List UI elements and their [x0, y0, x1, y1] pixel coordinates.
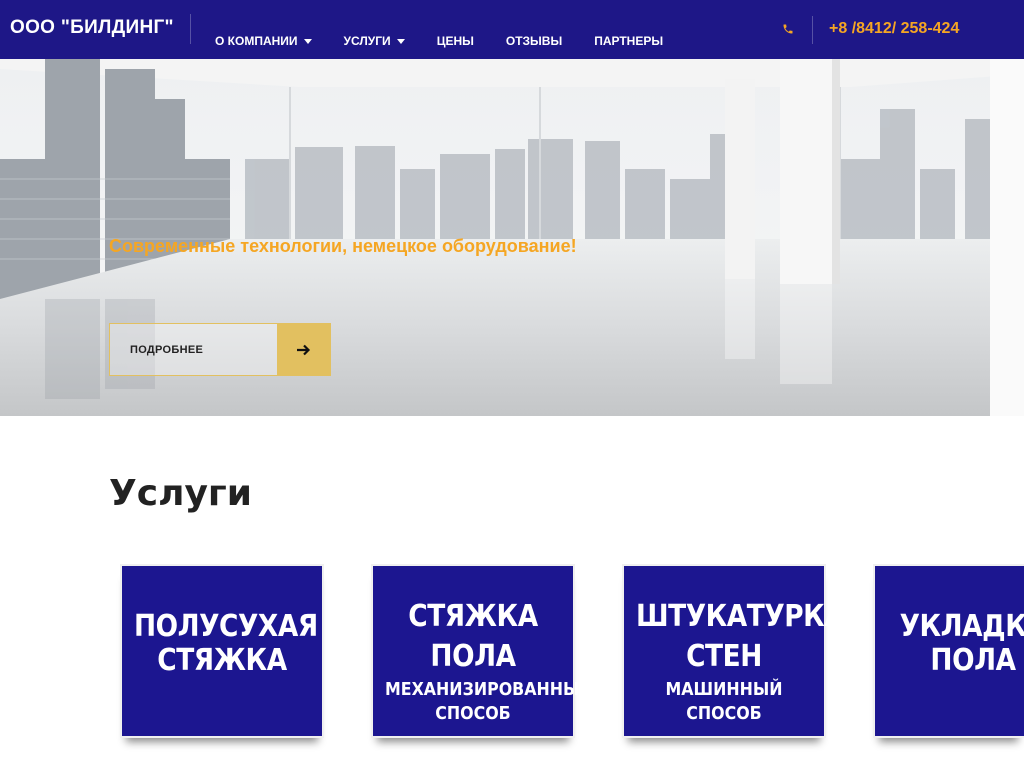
service-card-floor-screed[interactable]: СТЯЖКА ПОЛА МЕХАНИЗИРОВАННЫЙ СПОСОБ [371, 564, 593, 738]
chevron-down-icon [396, 38, 405, 44]
arrow-right-icon [277, 324, 330, 375]
chevron-down-icon [303, 38, 312, 44]
phone-number[interactable]: +8 /8412/ 258-424 [829, 20, 959, 38]
service-card-title: ПОЛА [430, 639, 516, 674]
header-divider [190, 14, 191, 44]
nav-item-prices[interactable]: ЦЕНЫ [437, 34, 474, 48]
nav-item-label: ПАРТНЕРЫ [594, 34, 664, 48]
nav-item-label: ЦЕНЫ [436, 34, 474, 48]
service-card-title: СТЯЖКА [157, 643, 287, 678]
service-card-title: СТЕН [686, 639, 762, 674]
service-card-subtitle: МАШИННЫЙ [665, 679, 783, 700]
nav-item-partners[interactable]: ПАРТНЕРЫ [594, 34, 663, 48]
phone-divider [812, 16, 813, 44]
service-card-title: ШТУКАТУРКА [636, 599, 845, 634]
more-button[interactable]: ПОДРОБНЕЕ [109, 323, 331, 376]
service-card-floor-laying[interactable]: УКЛАДКА ПОЛА [873, 564, 1024, 738]
service-card-subtitle: СПОСОБ [686, 703, 762, 724]
service-card-title: ПОЛА [930, 643, 1016, 678]
nav-item-label: УСЛУГИ [343, 34, 391, 48]
service-card-subtitle: МЕХАНИЗИРОВАННЫЙ [385, 679, 593, 700]
nav-item-label: О КОМПАНИИ [215, 34, 298, 48]
service-card-title: УКЛАДКА [899, 609, 1024, 644]
nav-item-label: ОТЗЫВЫ [505, 34, 563, 48]
site-header: ООО "БИЛДИНГ" О КОМПАНИИ УСЛУГИ ЦЕНЫ ОТЗ… [0, 0, 1024, 59]
service-card-title: ПОЛУСУХАЯ [134, 609, 318, 644]
more-button-label: ПОДРОБНЕЕ [130, 343, 204, 356]
nav-item-reviews[interactable]: ОТЗЫВЫ [506, 34, 562, 48]
service-card-semi-dry-screed[interactable]: ПОЛУСУХАЯ СТЯЖКА [120, 564, 324, 738]
services-cards: ПОЛУСУХАЯ СТЯЖКА СТЯЖКА ПОЛА МЕХАНИЗИРОВ… [0, 564, 1024, 768]
main-nav: О КОМПАНИИ УСЛУГИ ЦЕНЫ ОТЗЫВЫ ПАРТНЕРЫ [215, 34, 695, 48]
nav-item-services[interactable]: УСЛУГИ [344, 34, 405, 48]
nav-item-about[interactable]: О КОМПАНИИ [215, 34, 312, 48]
hero-banner: Современные технологии, немецкое оборудо… [0, 59, 1024, 416]
service-card-subtitle: СПОСОБ [435, 703, 511, 724]
phone-icon [783, 24, 793, 34]
service-card-title: СТЯЖКА [408, 599, 538, 634]
service-card-wall-plaster[interactable]: ШТУКАТУРКА СТЕН МАШИННЫЙ СПОСОБ [622, 564, 845, 738]
hero-tagline: Современные технологии, немецкое оборудо… [109, 236, 577, 256]
site-logo[interactable]: ООО "БИЛДИНГ" [10, 17, 174, 39]
services-title: Услуги [109, 473, 252, 514]
